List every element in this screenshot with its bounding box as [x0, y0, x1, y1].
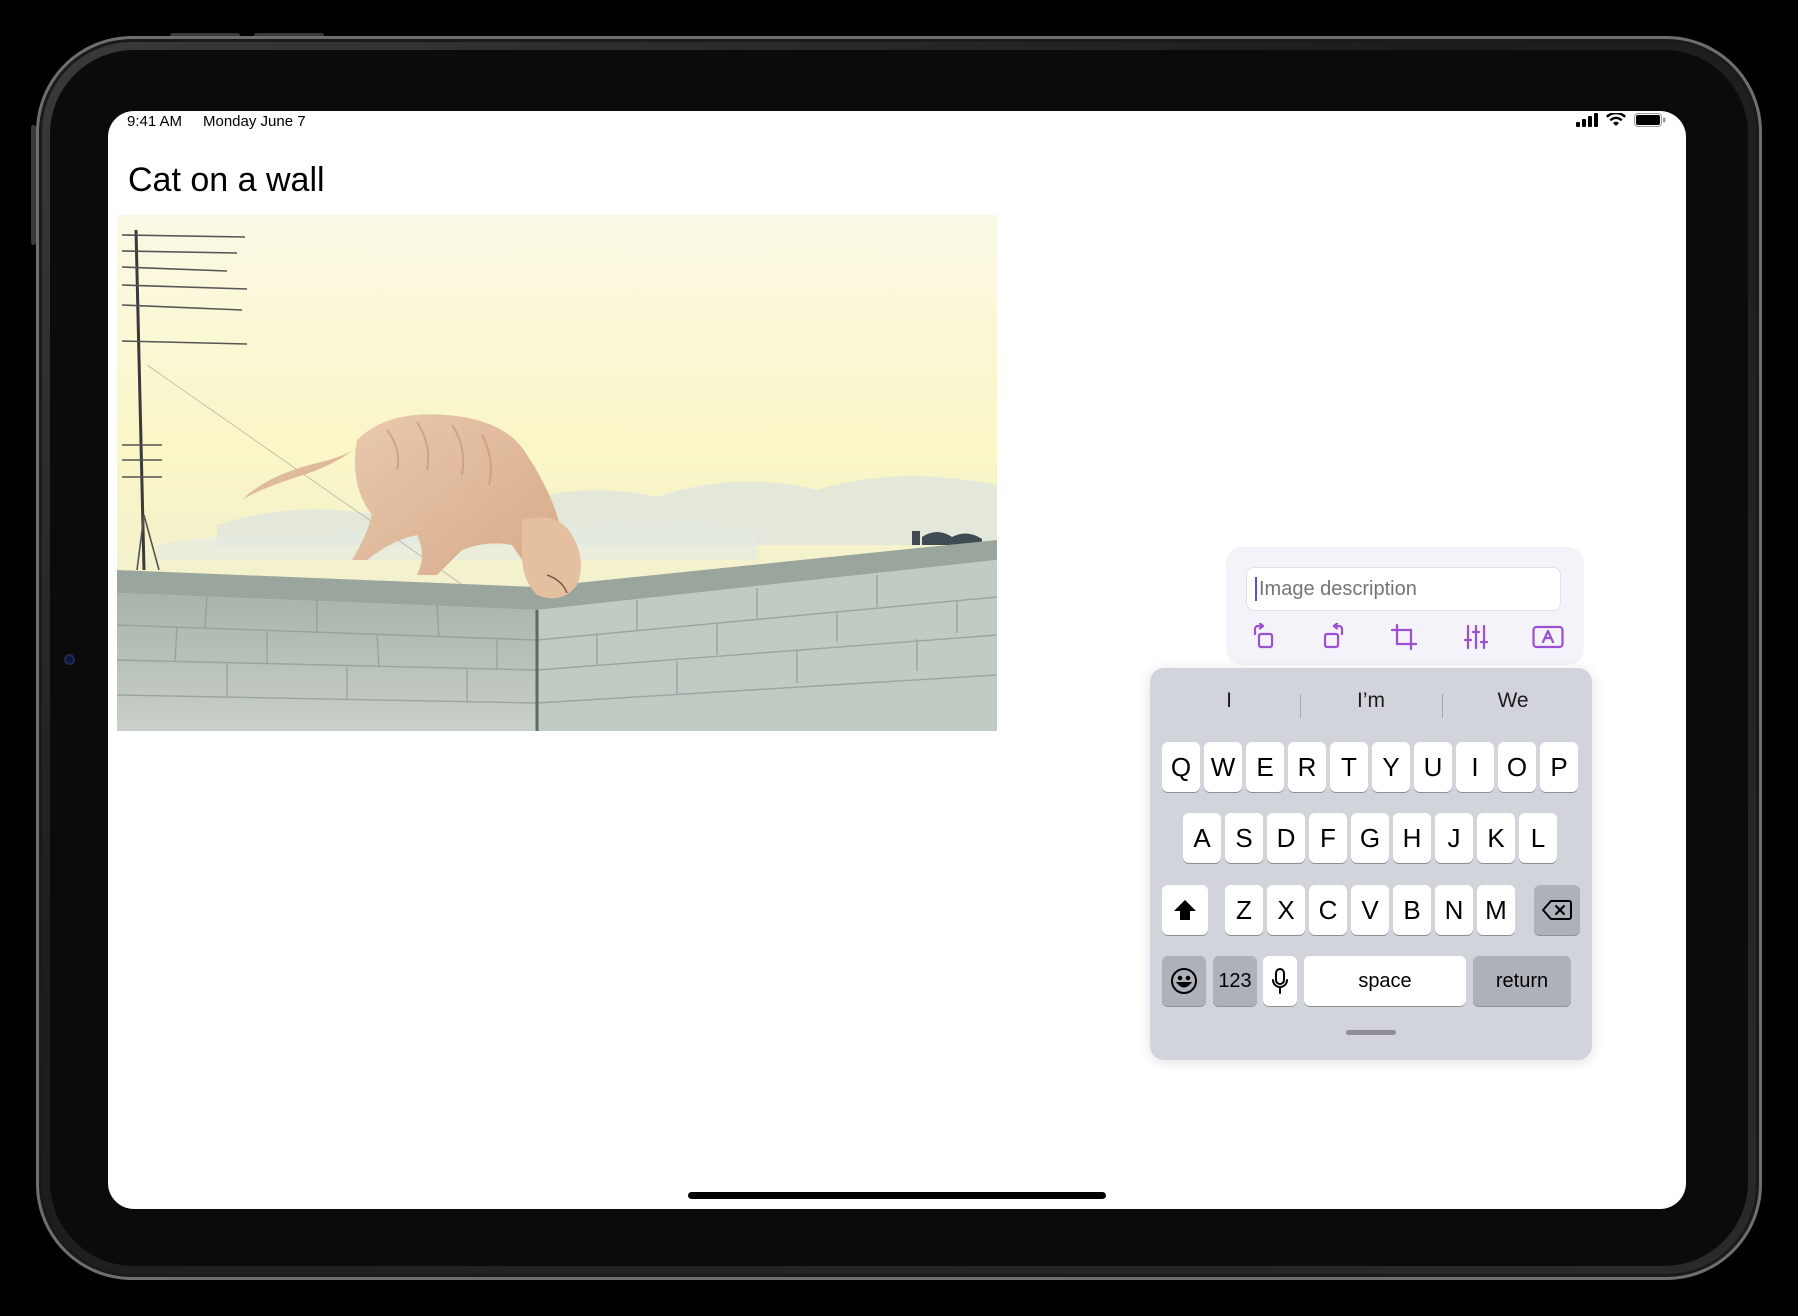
delete-icon	[1542, 900, 1572, 920]
key-a[interactable]: A	[1183, 813, 1221, 863]
text-recognition-button[interactable]	[1528, 617, 1568, 657]
microphone-icon	[1272, 968, 1288, 994]
signal-icon	[1576, 113, 1598, 127]
image-editor-panel	[1226, 547, 1584, 665]
key-t[interactable]: T	[1330, 742, 1368, 792]
adjust-button[interactable]	[1456, 617, 1496, 657]
key-y[interactable]: Y	[1372, 742, 1410, 792]
key-l[interactable]: L	[1519, 813, 1557, 863]
key-x[interactable]: X	[1267, 885, 1305, 935]
status-date: Monday June 7	[203, 113, 306, 130]
editor-toolbar	[1236, 617, 1574, 657]
key-j[interactable]: J	[1435, 813, 1473, 863]
emoji-icon	[1171, 968, 1197, 994]
key-p[interactable]: P	[1540, 742, 1578, 792]
page-title: Cat on a wall	[128, 161, 325, 199]
suggestion-1[interactable]: I	[1158, 668, 1300, 734]
ipad-screen: 9:41 AM Monday June 7 Cat on a wall Imag…	[108, 111, 1686, 1209]
key-v[interactable]: V	[1351, 885, 1389, 935]
key-b[interactable]: B	[1393, 885, 1431, 935]
key-z[interactable]: Z	[1225, 885, 1263, 935]
key-g[interactable]: G	[1351, 813, 1389, 863]
key-q[interactable]: Q	[1162, 742, 1200, 792]
key-m[interactable]: M	[1477, 885, 1515, 935]
return-key[interactable]: return	[1473, 956, 1571, 1006]
wifi-icon	[1606, 113, 1626, 126]
key-e[interactable]: E	[1246, 742, 1284, 792]
key-u[interactable]: U	[1414, 742, 1452, 792]
dictation-key[interactable]	[1263, 956, 1297, 1006]
rotate-right-icon	[1323, 623, 1344, 649]
key-i[interactable]: I	[1456, 742, 1494, 792]
status-bar: 9:41 AM Monday June 7	[108, 111, 1686, 141]
text-caret	[1255, 577, 1257, 601]
status-time: 9:41 AM	[127, 113, 183, 130]
shift-icon	[1174, 900, 1196, 920]
key-o[interactable]: O	[1498, 742, 1536, 792]
key-d[interactable]: D	[1267, 813, 1305, 863]
delete-key[interactable]	[1534, 885, 1580, 935]
key-r[interactable]: R	[1288, 742, 1326, 792]
key-f[interactable]: F	[1309, 813, 1347, 863]
key-s[interactable]: S	[1225, 813, 1263, 863]
rotate-right-button[interactable]	[1314, 617, 1354, 657]
status-icons	[1576, 113, 1666, 127]
key-k[interactable]: K	[1477, 813, 1515, 863]
key-h[interactable]: H	[1393, 813, 1431, 863]
shift-key[interactable]	[1162, 885, 1208, 935]
floating-keyboard: I I’m We Q W E R T Y U I O P A S D F G H…	[1150, 668, 1592, 1060]
rotate-left-button[interactable]	[1244, 617, 1284, 657]
key-c[interactable]: C	[1309, 885, 1347, 935]
key-w[interactable]: W	[1204, 742, 1242, 792]
predictive-bar: I I’m We	[1150, 668, 1592, 734]
emoji-key[interactable]	[1162, 956, 1206, 1006]
image-description-input[interactable]	[1246, 567, 1561, 611]
crop-button[interactable]	[1384, 617, 1424, 657]
rotate-left-icon	[1253, 623, 1274, 649]
suggestion-2[interactable]: I’m	[1300, 668, 1442, 734]
keyboard-drag-handle[interactable]	[1346, 1030, 1396, 1035]
front-camera	[64, 654, 75, 665]
space-key[interactable]: space	[1304, 956, 1466, 1006]
cat-photo[interactable]	[117, 215, 997, 731]
crop-icon	[1390, 623, 1418, 651]
text-recognition-icon	[1532, 625, 1564, 649]
adjust-sliders-icon	[1463, 624, 1489, 650]
numbers-key[interactable]: 123	[1213, 956, 1257, 1006]
battery-icon	[1634, 113, 1666, 127]
suggestion-3[interactable]: We	[1442, 668, 1584, 734]
home-indicator[interactable]	[688, 1192, 1106, 1199]
key-n[interactable]: N	[1435, 885, 1473, 935]
